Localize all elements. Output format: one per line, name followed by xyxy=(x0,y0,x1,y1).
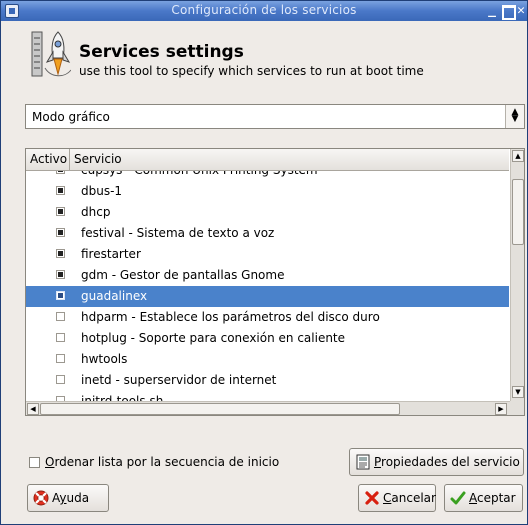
minimize-button[interactable]: _ xyxy=(485,3,499,18)
service-name: dhcp xyxy=(81,205,111,219)
window-title: Configuración de los servicios xyxy=(171,3,357,17)
page-title: Services settings xyxy=(79,42,244,62)
service-name: gdm - Gestor de pantallas Gnome xyxy=(81,268,285,282)
service-name: inetd - superservidor de internet xyxy=(81,373,277,387)
scroll-left-icon[interactable]: ◀ xyxy=(27,403,39,415)
active-checkbox[interactable] xyxy=(56,207,65,216)
table-row[interactable]: hdparm - Establece los parámetros del di… xyxy=(26,307,509,328)
vertical-scrollbar[interactable]: ▲ ▼ xyxy=(510,149,524,401)
column-header-active[interactable]: Activo xyxy=(30,152,67,166)
cancel-label: ancelar xyxy=(391,491,436,505)
cancel-button[interactable]: Cancelar xyxy=(358,484,436,512)
vertical-scroll-thumb[interactable] xyxy=(512,179,524,245)
active-checkbox[interactable] xyxy=(56,312,65,321)
properties-mnemonic: P xyxy=(374,455,382,469)
table-row[interactable]: initrd-tools.sh xyxy=(26,391,509,401)
checkmark-icon xyxy=(450,491,466,505)
accept-label: ceptar xyxy=(477,491,516,505)
sort-label-text: rdenar lista por la secuencia de inicio xyxy=(54,455,280,469)
services-rocket-icon xyxy=(31,31,71,77)
maximize-button[interactable] xyxy=(500,3,516,20)
help-mnemonic: y xyxy=(59,491,67,505)
table-row[interactable]: hotplug - Soporte para conexión en calie… xyxy=(26,328,509,349)
column-separator[interactable] xyxy=(69,149,70,171)
services-list[interactable]: Activo Servicio cupsys - Common Unix Pri… xyxy=(25,148,525,416)
accept-mnemonic: A xyxy=(469,491,477,505)
help-button[interactable]: Ayuda xyxy=(27,484,109,512)
service-name: hdparm - Establece los parámetros del di… xyxy=(81,310,380,324)
cancel-x-icon xyxy=(365,491,379,505)
service-name: firestarter xyxy=(81,247,141,261)
active-checkbox[interactable] xyxy=(56,291,65,300)
list-header: Activo Servicio xyxy=(26,149,509,171)
table-row[interactable]: inetd - superservidor de internet xyxy=(26,370,509,391)
active-checkbox[interactable] xyxy=(56,270,65,279)
service-name: cupsys - Common Unix Printing System xyxy=(81,171,318,177)
active-checkbox[interactable] xyxy=(56,375,65,384)
table-row[interactable]: festival - Sistema de texto a voz xyxy=(26,223,509,244)
spin-arrows-icon[interactable]: ▲ ▼ xyxy=(505,105,524,128)
service-name: hotplug - Soporte para conexión en calie… xyxy=(81,331,346,345)
table-row[interactable]: guadalinex xyxy=(26,286,509,307)
sort-by-boot-sequence-label[interactable]: Ordenar lista por la secuencia de inicio xyxy=(45,455,279,469)
close-button[interactable]: ✕ xyxy=(515,3,527,18)
service-name: hwtools xyxy=(81,352,128,366)
horizontal-scroll-thumb[interactable] xyxy=(40,403,400,415)
scroll-down-icon[interactable]: ▼ xyxy=(512,386,524,398)
accept-button[interactable]: Aceptar xyxy=(444,484,523,512)
column-header-service[interactable]: Servicio xyxy=(74,152,122,166)
title-bar[interactable]: Configuración de los servicios _ ✕ xyxy=(1,1,527,21)
active-checkbox[interactable] xyxy=(56,171,65,174)
lifebuoy-icon xyxy=(33,490,49,506)
table-row[interactable]: firestarter xyxy=(26,244,509,265)
service-name: festival - Sistema de texto a voz xyxy=(81,226,275,240)
service-name: guadalinex xyxy=(81,289,148,303)
active-checkbox[interactable] xyxy=(56,333,65,342)
help-label: uda xyxy=(66,491,90,505)
page-subtitle: use this tool to specify which services … xyxy=(79,64,424,78)
table-row[interactable]: dhcp xyxy=(26,202,509,223)
active-checkbox[interactable] xyxy=(56,228,65,237)
active-checkbox[interactable] xyxy=(56,354,65,363)
mode-select-value: Modo gráfico xyxy=(32,110,110,124)
table-row[interactable]: cupsys - Common Unix Printing System xyxy=(26,171,509,181)
active-checkbox[interactable] xyxy=(56,249,65,258)
service-properties-button[interactable]: Propiedades del servicio xyxy=(349,448,524,476)
table-row[interactable]: hwtools xyxy=(26,349,509,370)
mode-select[interactable]: Modo gráfico ▲ ▼ xyxy=(25,104,525,129)
horizontal-scrollbar[interactable]: ◀ ▶ xyxy=(26,401,510,415)
scroll-up-icon[interactable]: ▲ xyxy=(512,150,524,162)
scroll-right-icon[interactable]: ▶ xyxy=(495,403,507,415)
service-name: dbus-1 xyxy=(81,184,123,198)
service-name: initrd-tools.sh xyxy=(81,394,164,401)
active-checkbox[interactable] xyxy=(56,186,65,195)
services-window: Configuración de los servicios _ ✕ Servi… xyxy=(0,0,528,525)
service-rows: cupsys - Common Unix Printing System dbus… xyxy=(26,171,509,401)
properties-label: ropiedades del servicio xyxy=(381,455,520,469)
scroll-corner xyxy=(510,401,524,415)
table-row[interactable]: dbus-1 xyxy=(26,181,509,202)
properties-icon xyxy=(356,454,370,470)
table-row[interactable]: gdm - Gestor de pantallas Gnome xyxy=(26,265,509,286)
sort-by-boot-sequence-checkbox[interactable] xyxy=(29,457,40,468)
